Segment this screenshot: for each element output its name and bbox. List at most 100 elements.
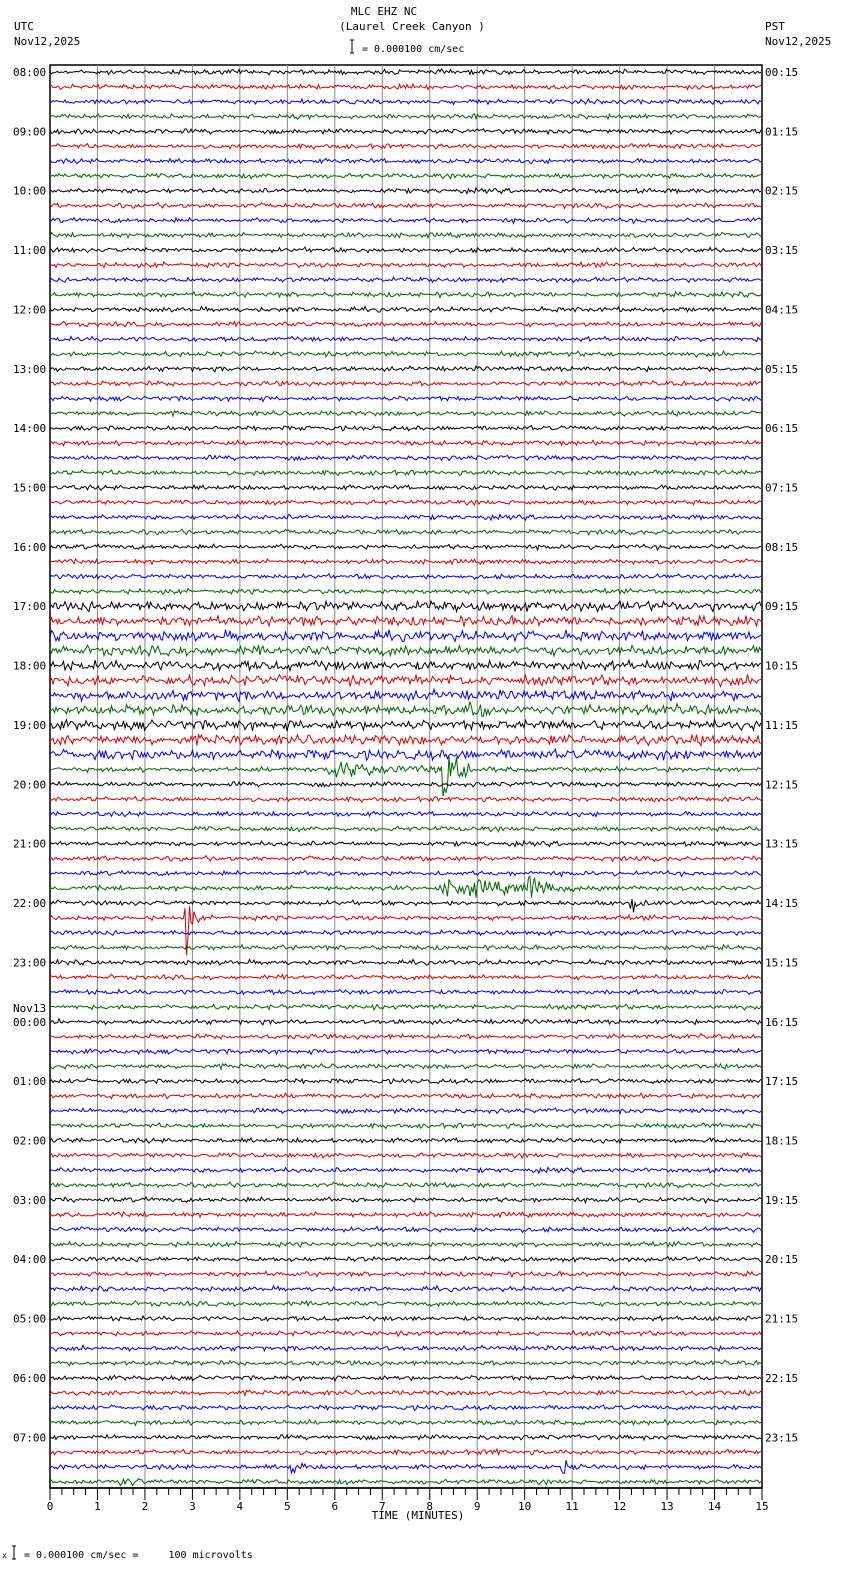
x-tick-label: 9 [474,1500,481,1513]
utc-hour-label: 03:00 [13,1194,46,1207]
seismic-trace [49,1374,762,1383]
x-tick-label: 4 [237,1500,244,1513]
seismic-trace [49,1091,762,1100]
pst-hour-label: 01:15 [765,125,798,138]
seismic-trace [49,1359,762,1367]
seismic-trace [49,1460,762,1475]
x-tick-label: 15 [755,1500,768,1513]
seismic-trace [49,599,762,614]
pst-hour-label: 08:15 [765,541,798,554]
date-change-label: Nov13 [13,1002,46,1015]
seismic-trace [49,97,762,106]
seismic-trace [49,1284,762,1293]
utc-hour-label: 09:00 [13,125,46,138]
seismic-trace [49,747,762,762]
seismic-trace [49,1255,762,1264]
seismic-trace [49,643,762,658]
x-tick-label: 5 [284,1500,291,1513]
pst-hour-label: 20:15 [765,1253,798,1266]
utc-hour-label: 08:00 [13,66,46,79]
seismic-trace [49,572,762,581]
seismic-trace [49,364,762,373]
seismic-trace [49,216,762,226]
seismic-trace [49,379,762,388]
pst-hour-label: 09:15 [765,600,798,613]
seismic-trace [49,1017,762,1026]
utc-hour-label: 06:00 [13,1372,46,1385]
seismic-trace [49,409,762,418]
pst-hour-label: 17:15 [765,1075,798,1088]
seismic-trace [49,320,762,328]
utc-hour-label: 14:00 [13,422,46,435]
seismic-trace [49,543,762,552]
pst-hour-label: 06:15 [765,422,798,435]
x-tick-label: 3 [189,1500,196,1513]
seismic-trace [49,157,762,165]
x-tick-label: 11 [566,1500,579,1513]
x-tick-label: 13 [660,1500,673,1513]
seismic-trace [49,898,762,913]
seismic-trace [49,780,762,789]
seismic-trace [49,1418,762,1427]
station-location: (Laurel Creek Canyon ) [339,20,485,33]
utc-hour-label: 23:00 [13,956,46,969]
utc-hour-label: 17:00 [13,600,46,613]
utc-hour-label: 12:00 [13,303,46,316]
pst-hour-label: 07:15 [765,482,798,495]
seismic-trace [49,513,762,522]
seismic-trace [49,172,762,180]
seismic-trace [49,68,762,76]
utc-hour-label: 21:00 [13,838,46,851]
seismic-trace [49,231,762,240]
seismic-trace [50,943,762,952]
utc-hour-label: 18:00 [13,660,46,673]
left-timezone: UTC [14,20,34,33]
pst-hour-label: 23:15 [765,1431,798,1444]
utc-hour-label: 15:00 [13,482,46,495]
seismic-trace [49,1077,762,1085]
seismic-trace [49,687,762,703]
seismic-trace [49,1136,762,1145]
seismic-trace [49,1404,762,1412]
footer-scale-label: = 0.000100 cm/sec = 100 microvolts [24,1550,253,1561]
pst-hour-label: 15:15 [765,956,798,969]
seismic-trace [49,275,762,284]
seismic-trace [49,246,762,254]
utc-hour-label: 01:00 [13,1075,46,1088]
seismic-trace [49,1107,762,1115]
utc-hour-label: 13:00 [13,363,46,376]
pst-hour-label: 16:15 [765,1016,798,1029]
x-tick-label: 10 [518,1500,531,1513]
seismic-trace [49,795,762,803]
seismic-trace [49,469,762,477]
seismic-trace [49,1433,762,1442]
footer-mark: x [2,1551,7,1560]
seismic-trace [49,673,762,689]
seismic-trace [49,973,762,981]
seismic-trace [49,1344,762,1353]
footer-scale-bar-icon [12,1545,16,1560]
seismic-trace [49,1003,762,1011]
seismic-trace [49,810,762,818]
pst-hour-label: 10:15 [765,660,798,673]
seismic-trace [50,1314,762,1322]
pst-hour-label: 18:15 [765,1134,798,1147]
pst-hour-label: 12:15 [765,778,798,791]
pst-hour-label: 11:15 [765,719,798,732]
utc-hour-label: 11:00 [13,244,46,257]
seismic-trace [49,483,762,492]
seismic-trace [49,454,762,462]
seismic-trace [49,1196,762,1205]
seismic-trace [49,127,762,136]
utc-hour-label: 10:00 [13,185,46,198]
utc-hour-label: 02:00 [13,1134,46,1147]
seismic-trace [49,1062,762,1071]
seismic-trace [49,658,762,673]
seismic-trace [49,628,762,643]
seismic-trace [49,1240,762,1249]
seismic-trace [49,1032,762,1040]
seismic-trace [49,1210,762,1219]
seismic-trace [49,587,762,596]
seismic-trace [49,1447,762,1457]
seismic-trace [49,988,762,996]
